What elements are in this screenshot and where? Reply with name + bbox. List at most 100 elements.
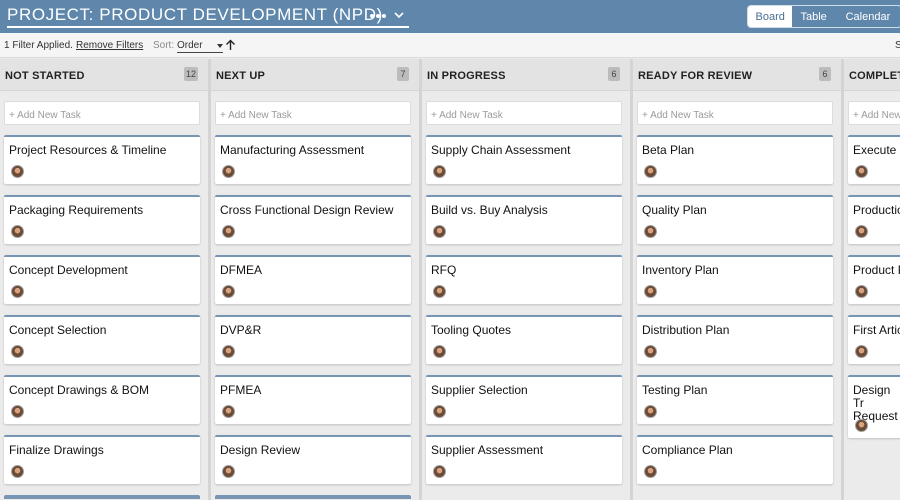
task-title: Supply Chain Assessment: [431, 143, 571, 157]
add-task-input[interactable]: + Add New Task: [426, 101, 622, 125]
task-card[interactable]: Packaging Requirements: [4, 195, 200, 244]
task-card[interactable]: Testing Plan: [637, 375, 833, 424]
task-title: DFMEA: [220, 263, 262, 277]
view-calendar-button[interactable]: Calendar: [835, 6, 900, 27]
avatar[interactable]: [433, 465, 446, 478]
sort-label: Sort:: [153, 40, 175, 51]
task-card[interactable]: DVP&R: [215, 315, 411, 364]
task-title: Compliance Plan: [642, 443, 733, 457]
task-card[interactable]: Manufacturing Assessment: [215, 135, 411, 184]
add-task-input[interactable]: + Add New Task: [215, 101, 411, 125]
task-card[interactable]: Cross Functional Design Review: [215, 195, 411, 244]
task-card[interactable]: DFMEA: [215, 255, 411, 304]
avatar[interactable]: [644, 165, 657, 178]
task-card[interactable]: Design Tr Request: [848, 375, 900, 438]
view-switcher: Board Table Calendar: [747, 5, 900, 28]
avatar[interactable]: [855, 345, 868, 358]
task-card[interactable]: Concept Selection: [4, 315, 200, 364]
avatar[interactable]: [11, 345, 24, 358]
column-ready-for-review: READY FOR REVIEW 6 + Add New Task Beta P…: [633, 59, 841, 500]
avatar[interactable]: [433, 285, 446, 298]
task-card[interactable]: Build vs. Buy Analysis: [426, 195, 622, 244]
avatar[interactable]: [222, 465, 235, 478]
view-table-button[interactable]: Table: [792, 6, 834, 27]
task-card[interactable]: Tooling Quotes: [426, 315, 622, 364]
task-card[interactable]: Beta Plan: [637, 135, 833, 184]
task-card[interactable]: Distribution Plan: [637, 315, 833, 364]
avatar[interactable]: [11, 165, 24, 178]
task-card[interactable]: Project Resources & Timeline: [4, 135, 200, 184]
avatar[interactable]: [644, 345, 657, 358]
task-card-partial[interactable]: [4, 495, 200, 499]
avatar[interactable]: [855, 285, 868, 298]
column-header: COMPLET: [844, 59, 900, 91]
avatar[interactable]: [222, 225, 235, 238]
remove-filters-link[interactable]: Remove Filters: [76, 40, 143, 51]
avatar[interactable]: [855, 165, 868, 178]
avatar[interactable]: [644, 285, 657, 298]
add-task-input[interactable]: + Add New Task: [637, 101, 833, 125]
column-header: NEXT UP 7: [211, 59, 419, 91]
task-card[interactable]: Finalize Drawings: [4, 435, 200, 484]
task-card-partial[interactable]: [215, 495, 411, 499]
task-title: Testing Plan: [642, 383, 708, 397]
avatar[interactable]: [433, 405, 446, 418]
filter-status: 1 Filter Applied.: [4, 40, 73, 51]
task-card[interactable]: Quality Plan: [637, 195, 833, 244]
avatar[interactable]: [11, 225, 24, 238]
task-title: Design Review: [220, 443, 301, 457]
avatar[interactable]: [433, 225, 446, 238]
task-title: Product F: [853, 263, 900, 277]
task-card[interactable]: Supplier Selection: [426, 375, 622, 424]
task-card[interactable]: Concept Drawings & BOM: [4, 375, 200, 424]
task-title: Distribution Plan: [642, 323, 730, 337]
avatar[interactable]: [433, 165, 446, 178]
task-card[interactable]: Execute B: [848, 135, 900, 184]
column-next-up: NEXT UP 7 + Add New Task Manufacturing A…: [211, 59, 419, 500]
avatar[interactable]: [644, 405, 657, 418]
task-title: Tooling Quotes: [431, 323, 512, 337]
top-header: PROJECT: PRODUCT DEVELOPMENT (NPD) Board…: [0, 0, 900, 33]
avatar[interactable]: [11, 465, 24, 478]
task-card[interactable]: Productio: [848, 195, 900, 244]
task-card[interactable]: Design Review: [215, 435, 411, 484]
task-card[interactable]: PFMEA: [215, 375, 411, 424]
view-board-button[interactable]: Board: [748, 6, 793, 27]
task-card[interactable]: Supply Chain Assessment: [426, 135, 622, 184]
avatar[interactable]: [222, 405, 235, 418]
arrow-up-icon[interactable]: [225, 39, 236, 51]
project-title-dropdown[interactable]: PROJECT: PRODUCT DEVELOPMENT (NPD): [7, 4, 409, 28]
project-title: PROJECT: PRODUCT DEVELOPMENT (NPD): [7, 5, 383, 24]
caret-down-icon: [217, 44, 223, 48]
avatar[interactable]: [222, 345, 235, 358]
task-card[interactable]: Supplier Assessment: [426, 435, 622, 484]
column-title: READY FOR REVIEW: [638, 70, 753, 82]
avatar[interactable]: [433, 345, 446, 358]
task-title: Project Resources & Timeline: [9, 143, 167, 157]
avatar[interactable]: [222, 285, 235, 298]
more-horizontal-icon[interactable]: [368, 7, 388, 25]
column-count-badge: 12: [183, 67, 198, 81]
task-title: RFQ: [431, 263, 457, 277]
task-card[interactable]: Concept Development: [4, 255, 200, 304]
avatar[interactable]: [644, 465, 657, 478]
filter-bar-right-text: S: [895, 40, 900, 51]
avatar[interactable]: [222, 165, 235, 178]
task-title: Manufacturing Assessment: [220, 143, 365, 157]
task-card[interactable]: First Artic: [848, 315, 900, 364]
task-title: Beta Plan: [642, 143, 695, 157]
avatar[interactable]: [855, 225, 868, 238]
avatar[interactable]: [855, 419, 868, 432]
column-in-progress: IN PROGRESS 6 + Add New Task Supply Chai…: [422, 59, 630, 500]
add-task-input[interactable]: + Add New Task: [4, 101, 200, 125]
add-task-input[interactable]: + Add New: [848, 101, 900, 125]
avatar[interactable]: [11, 285, 24, 298]
avatar[interactable]: [11, 405, 24, 418]
avatar[interactable]: [644, 225, 657, 238]
task-card[interactable]: RFQ: [426, 255, 622, 304]
task-card[interactable]: Inventory Plan: [637, 255, 833, 304]
task-title: Concept Drawings & BOM: [9, 383, 150, 397]
task-card[interactable]: Product F: [848, 255, 900, 304]
sort-select[interactable]: Order: [177, 40, 223, 53]
task-card[interactable]: Compliance Plan: [637, 435, 833, 484]
